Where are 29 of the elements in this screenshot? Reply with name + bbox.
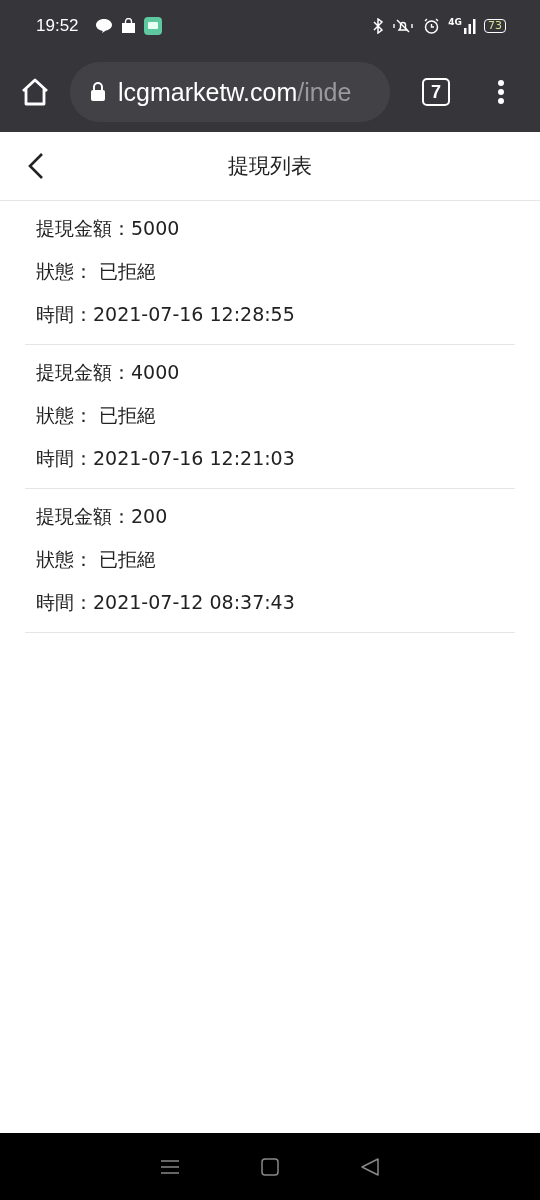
message-app-icon: [143, 17, 162, 35]
back-icon[interactable]: [28, 152, 44, 180]
more-menu-icon[interactable]: [497, 79, 505, 105]
time-text: 時間：2021-07-16 12:28:55: [36, 302, 296, 327]
home-icon[interactable]: [20, 78, 50, 106]
time-text: 時間：2021-07-12 08:37:43: [36, 590, 296, 615]
address-bar[interactable]: lcgmarketw.com/inde: [70, 62, 390, 122]
bluetooth-icon: [373, 18, 384, 34]
square-icon[interactable]: [261, 1157, 279, 1176]
alarm-clock-icon: [423, 17, 441, 35]
tab-count-button[interactable]: 7: [422, 78, 450, 106]
clock-time: 19:52: [36, 16, 79, 36]
amount-text: 提現金額：5000: [36, 216, 181, 241]
page-title: 提現列表: [228, 153, 312, 180]
menu-icon[interactable]: [160, 1158, 181, 1175]
muted-bell-icon: [391, 18, 416, 34]
signal-icon: [464, 18, 476, 34]
amount-text: 提現金額：200: [36, 504, 169, 529]
lock-icon: [90, 82, 106, 102]
status-text: 狀態： 已拒絕: [36, 547, 158, 572]
battery-level: 73: [484, 19, 506, 33]
status-text: 狀態： 已拒絕: [36, 403, 158, 428]
time-text: 時間：2021-07-16 12:21:03: [36, 446, 296, 471]
chat-bubble-icon: [94, 18, 113, 34]
amount-text: 提現金額：4000: [36, 360, 181, 385]
status-text: 狀態： 已拒絕: [36, 259, 158, 284]
shopping-bag-icon: [120, 18, 136, 34]
network-type: 4G: [448, 17, 462, 27]
back-triangle-icon[interactable]: [359, 1156, 380, 1177]
